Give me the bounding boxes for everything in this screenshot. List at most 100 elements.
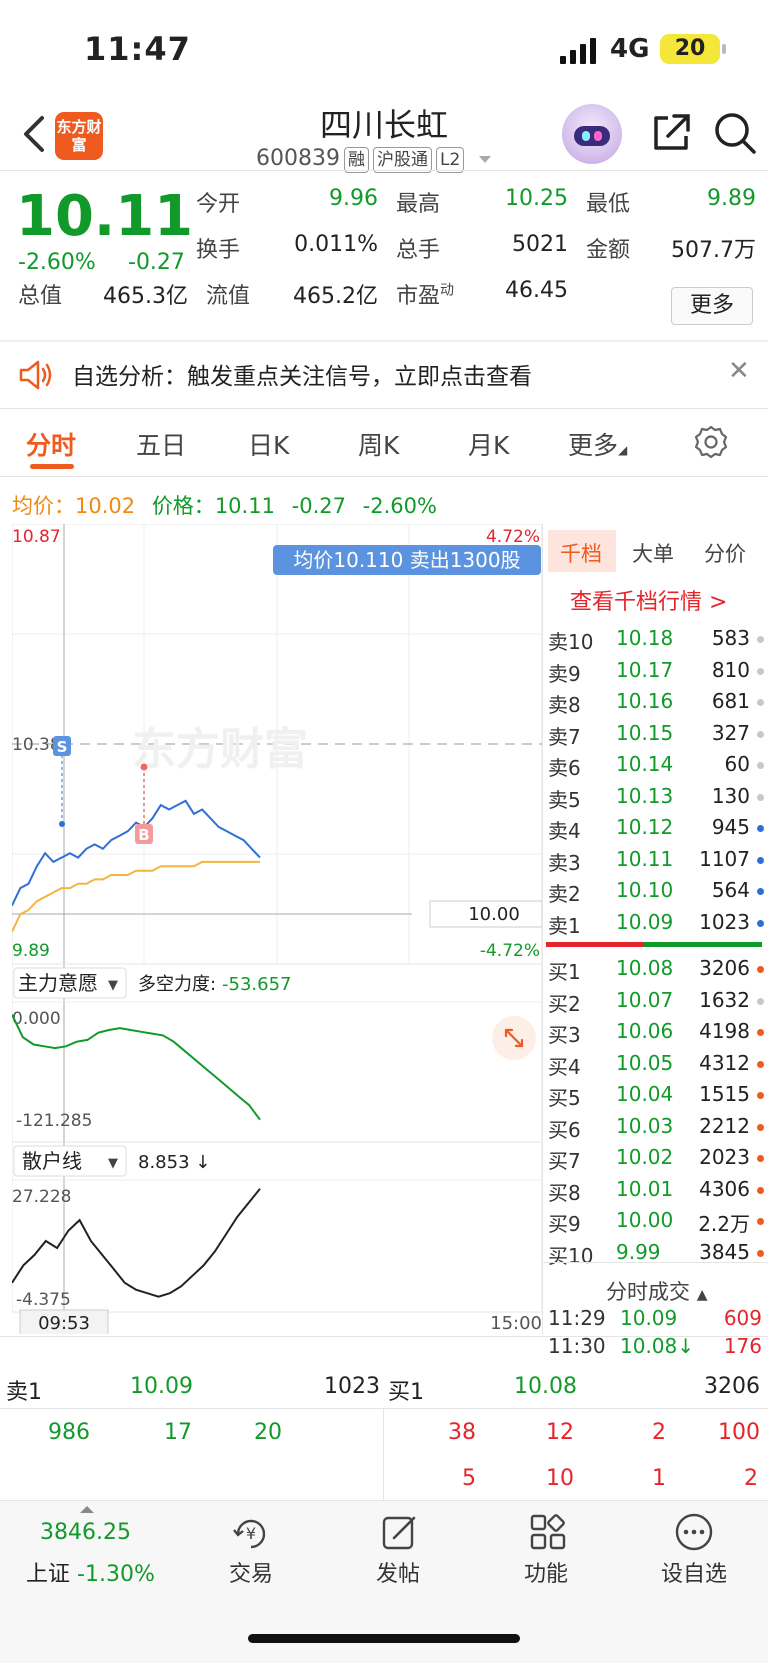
divider [0,1408,768,1409]
level-label: 买4 [548,1054,581,1079]
bid-queue-item: 12 [546,1420,574,1445]
ask-row[interactable]: 卖10 10.18 583 [548,626,764,657]
tab-five-day[interactable]: 五日 [136,426,186,462]
crosshair-price: 10.00 [468,904,520,925]
bid-row[interactable]: 买7 10.02 2023 [548,1145,764,1176]
level-label: 卖2 [548,882,581,906]
post-icon[interactable] [380,1512,420,1552]
nav-functions[interactable]: 功能 [506,1556,586,1588]
status-time: 11:47 [84,30,191,68]
battery-tip [722,44,726,54]
level-price: 10.18 [616,626,674,650]
level-volume: 1515 [699,1082,750,1106]
tab-intraday[interactable]: 分时 [26,426,76,462]
indicator1-top: 0.000 [12,1009,61,1029]
stock-code-row[interactable]: 600839 融沪股通 L2 [256,146,492,173]
level1-ask-label: 卖1 [6,1380,42,1405]
bid-row[interactable]: 买4 10.05 4312 [548,1051,764,1082]
search-icon[interactable] [712,110,758,156]
tab-monthly-k[interactable]: 月K [468,426,509,462]
change-amount: -0.27 [128,250,185,275]
share-icon[interactable] [650,112,692,154]
level-price: 10.01 [616,1176,674,1201]
stock-name: 四川长虹 [319,106,448,144]
robot-visor [574,126,610,146]
nav-trade[interactable]: 交易 [211,1556,291,1588]
view-depth-link[interactable]: 查看千档行情 > [570,584,727,616]
ask-row[interactable]: 卖4 10.12 945 [548,815,764,846]
ask-row[interactable]: 卖3 10.11 1107 [548,847,764,878]
level1-ask-vol: 1023 [324,1374,380,1399]
more-circle-icon[interactable] [674,1512,714,1552]
level-volume: 4198 [699,1019,750,1043]
level-dot [757,699,764,706]
bid-queue-item: 2 [652,1420,666,1445]
mktcap-value: 465.3亿 [103,284,188,309]
bid-row[interactable]: 买9 10.00 2.2万 [548,1208,764,1239]
level-dot [757,667,764,675]
cellular-signal-icon [560,38,596,64]
amount-value: 507.7万 [671,238,756,263]
dropdown-caret-icon[interactable] [479,155,492,163]
bid-row[interactable]: 买8 10.01 4306 [548,1177,764,1208]
tab-more[interactable]: 更多◢ [568,426,627,462]
ask-row[interactable]: 卖9 10.17 810 [548,658,764,689]
ask-row[interactable]: 卖7 10.15 327 [548,721,764,752]
tab-price-dist[interactable]: 分价 [704,538,746,568]
y-min-label: 9.89 [12,941,50,961]
notice-text[interactable]: 自选分析：触发重点关注信号，立即点击查看 [72,357,532,391]
bid-row[interactable]: 买2 10.07 1632 [548,988,764,1019]
trade-icon[interactable]: ¥ [230,1514,272,1552]
level-volume: 1107 [699,846,750,871]
level-volume: 583 [711,626,750,650]
level-volume: 681 [711,689,750,713]
index-ticker[interactable]: 上证 -1.30% [26,1556,155,1588]
nav-post[interactable]: 发帖 [358,1556,438,1588]
level-dot [757,856,764,864]
level-volume: 1023 [699,909,750,934]
tab-depth[interactable]: 千档 [560,538,602,568]
level-price: 10.04 [616,1082,674,1106]
ask-row[interactable]: 卖2 10.10 564 [548,878,764,909]
level-volume: 4312 [699,1050,750,1075]
level-volume: 810 [711,657,750,682]
bid-row[interactable]: 买5 10.04 1515 [548,1082,764,1113]
tab-weekly-k[interactable]: 周K [358,426,399,462]
level-price: 10.06 [616,1019,674,1043]
battery-icon: 20 [660,34,720,64]
level-dot [757,1186,764,1194]
level-price: 10.03 [616,1113,674,1138]
level1-ask-price: 10.09 [130,1374,193,1399]
tab-daily-k[interactable]: 日K [248,426,289,462]
ask-row[interactable]: 卖1 10.09 1023 [548,910,764,941]
bid-row[interactable]: 买6 10.03 2212 [548,1114,764,1145]
bid-row[interactable]: 买1 10.08 3206 [548,956,764,987]
grid-functions-icon[interactable] [528,1512,568,1552]
level-price: 10.16 [616,689,674,713]
bid-queue-item: 100 [718,1420,760,1445]
intraday-chart[interactable]: 东方财富 10.87 10.38 9.89 4.72% -4.72% 均价10.… [12,524,542,1334]
gear-icon[interactable] [693,424,729,460]
ask-row[interactable]: 卖6 10.14 60 [548,752,764,783]
bid-row[interactable]: 买3 10.06 4198 [548,1019,764,1050]
more-quote-button[interactable]: 更多 [671,287,753,325]
back-arrow-icon[interactable] [18,112,50,156]
avg-label: 均价： [12,494,75,518]
bid-row[interactable]: 买10 9.99 3845 [548,1240,764,1271]
nav-add-watchlist[interactable]: 设自选 [654,1556,734,1588]
ticks-title[interactable]: 分时成交 ▲ [606,1276,707,1306]
expand-up-icon[interactable] [80,1506,94,1513]
svg-text:¥: ¥ [246,1524,256,1543]
ask-row[interactable]: 卖8 10.16 681 [548,689,764,720]
index-value[interactable]: 3846.25 [40,1520,131,1545]
tab-large-orders[interactable]: 大单 [632,538,674,568]
amount-label: 金额 [586,238,631,263]
ask-queue-item: 986 [48,1420,90,1445]
ask-queue-item: 17 [164,1420,192,1445]
tick-time: 11:30 [548,1334,606,1358]
price-info-line: 均价：10.02 价格：10.11 -0.27 -2.60% [12,490,437,520]
close-icon[interactable]: ✕ [728,356,750,386]
float-value: 465.2亿 [293,284,378,309]
ask-row[interactable]: 卖5 10.13 130 [548,784,764,815]
level-dot [757,1155,764,1162]
